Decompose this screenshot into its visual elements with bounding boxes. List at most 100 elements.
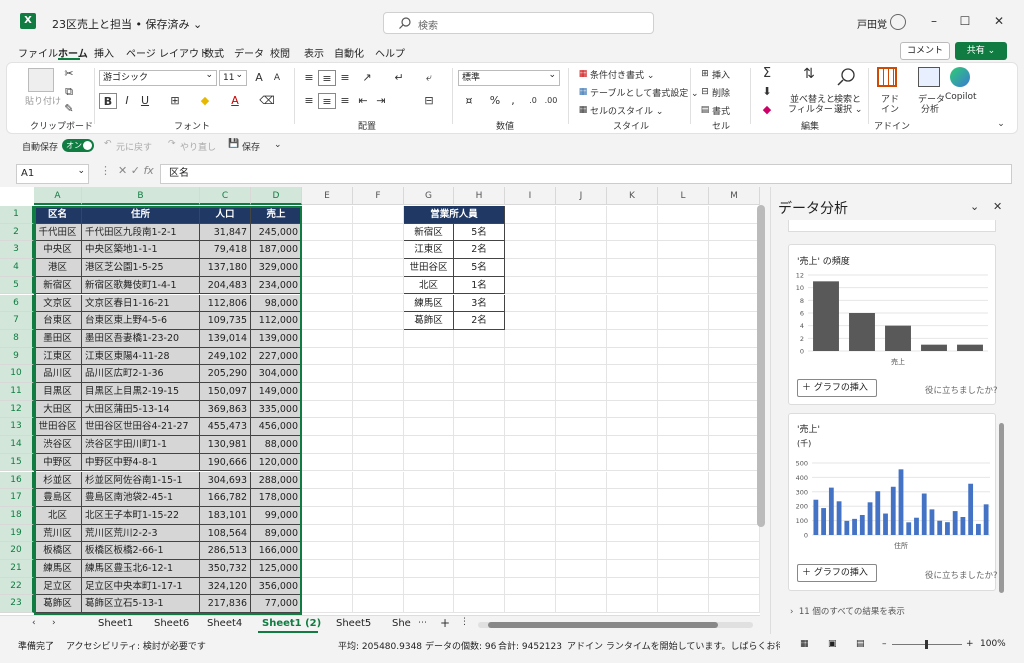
row-header[interactable]: 21	[0, 560, 34, 578]
menu-tab[interactable]: ページ レイアウト	[126, 45, 209, 60]
undo-button[interactable]: 元に戻す	[116, 140, 152, 153]
empty-cell[interactable]	[709, 400, 760, 419]
empty-cell[interactable]	[454, 347, 505, 366]
paste-button[interactable]: 貼り付け	[25, 94, 61, 107]
empty-cell[interactable]	[658, 365, 709, 383]
table-format-button[interactable]: テーブルとして書式設定 ⌄	[590, 86, 699, 99]
empty-cell[interactable]	[454, 329, 505, 348]
empty-cell[interactable]	[454, 400, 505, 419]
card2-insert-chart-button[interactable]: ＋ グラフの挿入	[797, 564, 877, 582]
empty-cell[interactable]	[505, 400, 556, 419]
empty-cell[interactable]	[404, 595, 454, 614]
empty-cell[interactable]	[353, 223, 404, 242]
row-header[interactable]: 6	[0, 294, 34, 313]
sheet-tab[interactable]: Sheet6	[154, 618, 189, 629]
card1-insert-chart-button[interactable]: ＋ グラフの挿入	[797, 379, 877, 397]
zoom-in-icon[interactable]: +	[966, 639, 974, 649]
cell[interactable]: 139,000	[251, 329, 302, 348]
cell[interactable]: 営業所人員	[404, 206, 505, 224]
empty-cell[interactable]	[607, 206, 658, 224]
empty-cell[interactable]	[505, 453, 556, 472]
menu-tab[interactable]: データ	[234, 45, 264, 60]
cell[interactable]: 目黒区上目黒2-19-15	[82, 383, 200, 401]
cell[interactable]: 455,473	[200, 418, 251, 437]
empty-cell[interactable]	[505, 542, 556, 560]
accessibility-status[interactable]: アクセシビリティ: 検討が必要です	[66, 639, 206, 652]
empty-cell[interactable]	[607, 560, 658, 578]
cell[interactable]: 149,000	[251, 383, 302, 401]
clear-icon[interactable]: ◆	[758, 102, 776, 118]
cell[interactable]: 205,290	[200, 365, 251, 383]
cancel-icon[interactable]: ✕	[118, 164, 127, 177]
empty-cell[interactable]	[353, 489, 404, 507]
column-header[interactable]: E	[302, 187, 353, 205]
underline-button[interactable]: U	[136, 93, 154, 109]
empty-cell[interactable]	[658, 595, 709, 614]
empty-cell[interactable]	[302, 471, 353, 490]
empty-cell[interactable]	[658, 471, 709, 490]
empty-cell[interactable]	[454, 436, 505, 454]
empty-cell[interactable]	[709, 294, 760, 313]
empty-cell[interactable]	[505, 347, 556, 366]
empty-cell[interactable]	[556, 436, 607, 454]
delete-cells-button[interactable]: 削除	[712, 86, 730, 99]
row-header[interactable]: 2	[0, 223, 34, 242]
fill-icon[interactable]: ⬇	[758, 84, 776, 100]
empty-cell[interactable]	[556, 595, 607, 614]
empty-cell[interactable]	[505, 294, 556, 313]
empty-cell[interactable]	[353, 365, 404, 383]
cell[interactable]: 中央区築地1-1-1	[82, 241, 200, 260]
empty-cell[interactable]	[302, 276, 353, 295]
empty-cell[interactable]	[353, 542, 404, 560]
cell[interactable]: 渋谷区宇田川町1-1	[82, 436, 200, 454]
cell[interactable]: 足立区	[34, 577, 82, 596]
cell[interactable]: 99,000	[251, 506, 302, 525]
align-center-icon[interactable]: ≡	[318, 93, 336, 109]
row-header[interactable]: 13	[0, 418, 34, 437]
card2-helpful-link[interactable]: 役に立ちましたか?	[925, 569, 998, 581]
copilot-label[interactable]: Copilot	[945, 92, 977, 102]
empty-cell[interactable]	[302, 400, 353, 419]
currency-icon[interactable]: ¤	[460, 93, 478, 109]
cell[interactable]: 77,000	[251, 595, 302, 614]
empty-cell[interactable]	[454, 524, 505, 543]
empty-cell[interactable]	[302, 506, 353, 525]
cell[interactable]: 練馬区	[34, 560, 82, 578]
empty-cell[interactable]	[302, 329, 353, 348]
cell[interactable]: 304,693	[200, 471, 251, 490]
cell[interactable]: 新宿区	[34, 276, 82, 295]
cell[interactable]: 324,120	[200, 577, 251, 596]
menu-tab[interactable]: 表示	[304, 45, 324, 60]
empty-cell[interactable]	[302, 436, 353, 454]
cell[interactable]: 墨田区吾妻橋1-23-20	[82, 329, 200, 348]
empty-cell[interactable]	[404, 489, 454, 507]
empty-cell[interactable]	[353, 453, 404, 472]
empty-cell[interactable]	[556, 506, 607, 525]
empty-cell[interactable]	[658, 312, 709, 330]
cell[interactable]: 139,014	[200, 329, 251, 348]
menu-tab[interactable]: 数式	[204, 45, 224, 60]
cell[interactable]: 31,847	[200, 223, 251, 242]
prev-sheet-icon[interactable]: ‹	[32, 618, 36, 628]
wrap-icon[interactable]: ⤶	[420, 70, 438, 86]
cell[interactable]: 港区芝公園1-5-25	[82, 259, 200, 277]
empty-cell[interactable]	[607, 276, 658, 295]
decimal-increase-icon[interactable]: .0	[524, 93, 542, 109]
decimal-decrease-icon[interactable]: .00	[542, 93, 560, 109]
row-header[interactable]: 20	[0, 542, 34, 560]
menu-tab[interactable]: ファイル	[18, 45, 58, 60]
more-icon[interactable]: ⋮	[100, 164, 111, 177]
find-select-icon[interactable]	[836, 66, 858, 88]
empty-cell[interactable]	[709, 383, 760, 401]
empty-cell[interactable]	[556, 223, 607, 242]
cell[interactable]: 売上	[251, 206, 302, 224]
worksheet-grid[interactable]: A B C D E F G H I J K L M 1 区名 住所 人口 売上 営業所人員 2 千代田区 千代田区九段南1…	[0, 187, 760, 615]
cell[interactable]: 456,000	[251, 418, 302, 437]
align-top-icon[interactable]: ≡	[300, 70, 318, 86]
empty-cell[interactable]	[658, 453, 709, 472]
empty-cell[interactable]	[658, 347, 709, 366]
empty-cell[interactable]	[709, 506, 760, 525]
cell[interactable]: 88,000	[251, 436, 302, 454]
empty-cell[interactable]	[658, 223, 709, 242]
copilot-icon[interactable]	[950, 67, 970, 87]
